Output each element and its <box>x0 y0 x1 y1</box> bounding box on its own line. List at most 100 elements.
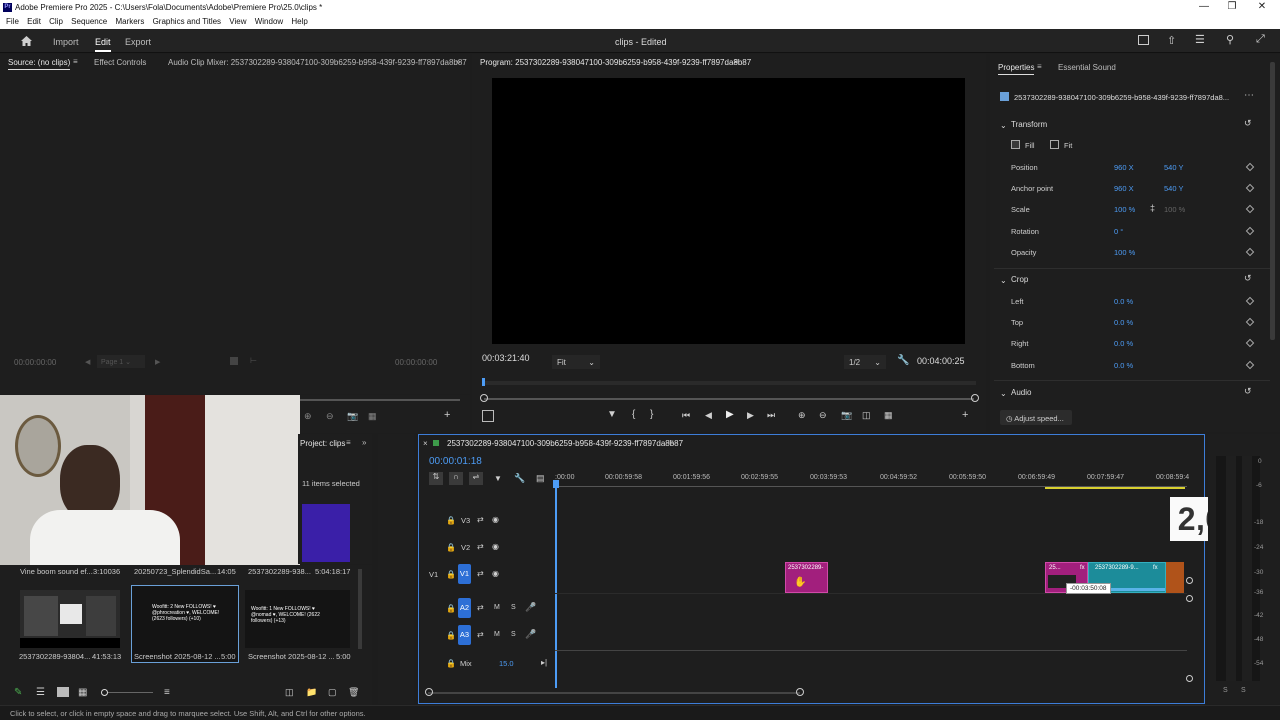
scroll-handle[interactable] <box>1186 577 1193 584</box>
fullscreen-icon[interactable]: ⤢ <box>1256 33 1265 46</box>
tab-source[interactable]: Source: (no clips) <box>8 58 71 70</box>
home-icon[interactable] <box>20 35 33 47</box>
timeline-settings-icon[interactable]: 🔧 <box>514 473 525 484</box>
menu-markers[interactable]: Markers <box>115 17 144 26</box>
track-target-a2[interactable]: A2 <box>458 598 471 618</box>
mic-icon[interactable]: 🎤 <box>525 602 536 613</box>
zoom-select[interactable]: Fit ⌄ <box>552 355 600 369</box>
fit-icon[interactable] <box>1050 140 1059 149</box>
insert-button-icon[interactable]: ⊕ <box>304 411 312 422</box>
playhead-handle[interactable] <box>553 480 559 488</box>
tab-essential-sound[interactable]: Essential Sound <box>1058 63 1116 72</box>
workspace-icon[interactable] <box>1138 35 1149 45</box>
reset-crop-icon[interactable]: ↺ <box>1244 273 1252 284</box>
lock-icon[interactable]: 🔒 <box>446 516 456 525</box>
mute-button[interactable]: M <box>494 631 500 638</box>
zoom-handle-right[interactable] <box>796 688 804 696</box>
timeline-playhead[interactable] <box>555 482 557 688</box>
scale-value[interactable]: 100 % <box>1114 205 1135 214</box>
time-ruler[interactable]: :00:00 00:00:59:58 00:01:59:56 00:02:59:… <box>555 470 1189 490</box>
vr-icon[interactable]: ▦ <box>368 411 377 422</box>
reset-transform-icon[interactable]: ↺ <box>1244 118 1252 129</box>
menu-help[interactable]: Help <box>291 17 307 26</box>
solo-button[interactable]: S <box>511 604 516 611</box>
opacity-value[interactable]: 100 % <box>1114 248 1135 257</box>
source-zoom-bar[interactable] <box>300 399 460 401</box>
crop-top-value[interactable]: 0.0 % <box>1114 318 1133 327</box>
list-view-icon[interactable]: ☰ <box>36 687 45 698</box>
eye-icon[interactable]: ◉ <box>492 569 499 578</box>
extract-icon[interactable]: ⊖ <box>819 410 827 421</box>
crop-bottom-value[interactable]: 0.0 % <box>1114 361 1133 370</box>
fit-label[interactable]: Fit <box>1064 141 1072 150</box>
pencil-icon[interactable]: ✎ <box>14 687 22 698</box>
icon-view-icon[interactable] <box>57 687 69 697</box>
track-target-v1[interactable]: V1 <box>458 564 471 584</box>
program-zoom-bar[interactable] <box>484 398 974 400</box>
next-page-icon[interactable]: ▶ <box>155 358 160 366</box>
lock-icon[interactable]: 🔒 <box>446 659 456 668</box>
zoom-slider[interactable] <box>108 692 153 693</box>
reset-audio-icon[interactable]: ↺ <box>1244 386 1252 397</box>
mute-button[interactable]: M <box>494 604 500 611</box>
linked-selection-icon[interactable]: ⇌ <box>469 472 483 485</box>
source-patch-label[interactable]: V1 <box>429 570 438 579</box>
export-frame-icon[interactable]: 📷 <box>841 410 852 421</box>
menu-graphics[interactable]: Graphics and Titles <box>153 17 221 26</box>
program-scrub-bar[interactable] <box>482 378 976 386</box>
eye-icon[interactable]: ◉ <box>492 542 499 551</box>
timeline-clip[interactable]: 2537302289- ✋ <box>785 562 828 593</box>
eye-icon[interactable]: ◉ <box>492 515 499 524</box>
quick-export-icon[interactable]: ☰ <box>1195 33 1205 46</box>
search-icon[interactable]: ⚲ <box>1226 33 1234 46</box>
trash-icon[interactable]: 🗑 <box>348 687 359 698</box>
crop-right-value[interactable]: 0.0 % <box>1114 339 1133 348</box>
item-name[interactable]: Vine boom sound ef... <box>20 567 93 576</box>
tab-effect-controls[interactable]: Effect Controls <box>94 58 146 67</box>
mic-icon[interactable]: 🎤 <box>525 629 536 640</box>
menu-file[interactable]: File <box>6 17 19 26</box>
menu-view[interactable]: View <box>229 17 246 26</box>
link-icon[interactable]: ‡ <box>1150 203 1155 213</box>
freeform-view-icon[interactable]: ▦ <box>78 687 87 698</box>
restore-icon[interactable]: ❐ <box>1222 1 1242 12</box>
minimize-icon[interactable]: — <box>1194 1 1214 12</box>
transform-section[interactable]: Transform <box>1011 120 1047 129</box>
timeline-timecode[interactable]: 00:00:01:18 <box>429 456 482 467</box>
zoom-slider-handle[interactable] <box>101 689 108 696</box>
program-menu-icon[interactable]: ≡ <box>734 57 739 66</box>
menu-window[interactable]: Window <box>255 17 283 26</box>
overwrite-icon[interactable]: ⊢ <box>250 356 257 365</box>
track-target-a3[interactable]: A3 <box>458 625 471 645</box>
play-icon[interactable]: ▶ <box>726 409 734 420</box>
add-button-icon[interactable]: + <box>444 409 450 421</box>
captions-icon[interactable]: ▤ <box>536 473 545 484</box>
solo-left-button[interactable]: S <box>1223 687 1228 694</box>
clip-thumbnail[interactable] <box>20 590 120 648</box>
new-item-icon[interactable]: ▢ <box>328 687 337 698</box>
audio-section[interactable]: Audio <box>1011 388 1031 397</box>
close-icon[interactable]: × <box>423 439 428 448</box>
rotation-value[interactable]: 0 ° <box>1114 227 1123 236</box>
fill-label[interactable]: Fill <box>1025 141 1035 150</box>
clip-thumbnail[interactable]: Woofitt: 1 New FOLLOWS! ♥ @nomad ♥, WELC… <box>245 590 350 648</box>
source-menu-icon[interactable]: ≡ <box>73 57 78 66</box>
panel-overflow-icon[interactable]: » <box>456 57 460 66</box>
sync-lock-icon[interactable]: ⇄ <box>477 630 484 639</box>
program-video-frame[interactable] <box>492 78 965 344</box>
settings-grid-icon[interactable] <box>482 410 494 422</box>
project-scrollbar[interactable] <box>358 569 362 649</box>
menu-clip[interactable]: Clip <box>49 17 63 26</box>
properties-scrollbar[interactable] <box>1270 62 1275 340</box>
timeline-clip[interactable] <box>1166 562 1184 593</box>
go-to-out-icon[interactable]: ⏭ <box>767 410 775 421</box>
audio-chevron-icon[interactable]: ⌄ <box>1000 389 1007 398</box>
timeline-menu-icon[interactable]: ≡ <box>669 438 674 447</box>
item-name[interactable]: Screenshot 2025-08-12 ... <box>248 652 335 661</box>
adjust-speed-button[interactable]: ◷ Adjust speed... <box>1000 410 1072 425</box>
tab-audio-clip-mixer[interactable]: Audio Clip Mixer: 2537302289-938047100-3… <box>168 58 467 67</box>
export-tab[interactable]: Export <box>125 37 151 47</box>
mark-out-icon[interactable]: } <box>650 409 653 420</box>
vr-icon[interactable]: ▦ <box>884 410 893 421</box>
step-forward-icon[interactable]: ▶ <box>747 410 754 421</box>
